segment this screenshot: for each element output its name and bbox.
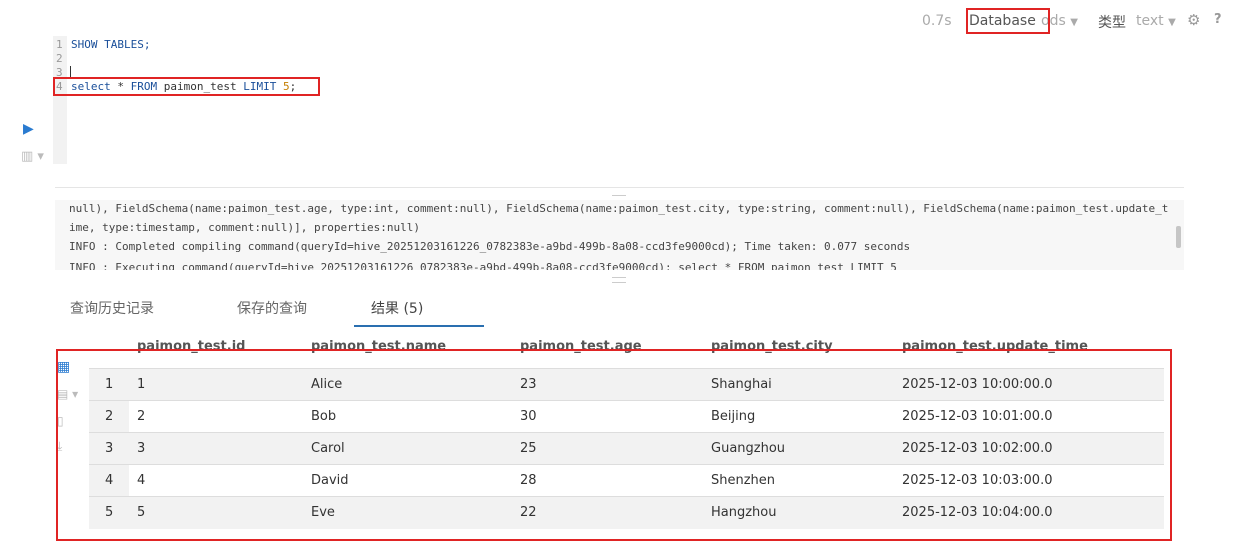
tab-results[interactable]: 结果 (5): [371, 298, 423, 318]
execution-time: 0.7s: [922, 13, 952, 29]
type-label: 类型: [1098, 15, 1126, 31]
log-line: INFO : Executing command(queryId=hive_20…: [69, 261, 897, 270]
map-icon[interactable]: ▥ ▾: [21, 149, 44, 164]
query-highlight-box: [53, 77, 320, 96]
tab-query-history[interactable]: 查询历史记录: [70, 298, 154, 318]
gear-icon[interactable]: ⚙: [1187, 11, 1200, 29]
active-tab-indicator: [354, 325, 484, 327]
type-select[interactable]: text ▼: [1136, 13, 1176, 29]
code-line: SHOW TABLES;: [71, 38, 151, 51]
play-icon[interactable]: ▶: [23, 121, 34, 137]
caret-down-icon: ▼: [1070, 17, 1078, 28]
line-number: 1: [56, 38, 63, 51]
database-highlight-box: [966, 8, 1050, 34]
line-number: 2: [56, 52, 63, 65]
log-scrollbar[interactable]: [1176, 226, 1181, 248]
help-icon[interactable]: ?: [1214, 12, 1222, 27]
query-log: null), FieldSchema(name:paimon_test.age,…: [55, 200, 1184, 270]
caret-down-icon: ▼: [1168, 17, 1176, 28]
editor-divider: [55, 187, 1184, 188]
tab-saved-queries[interactable]: 保存的查询: [237, 298, 307, 318]
resize-handle[interactable]: [612, 277, 626, 283]
log-line: null), FieldSchema(name:paimon_test.age,…: [69, 202, 1169, 215]
log-line: INFO : Completed compiling command(query…: [69, 240, 911, 253]
results-highlight-box: [56, 349, 1172, 541]
log-line: ime, type:timestamp, comment:null)], pro…: [69, 221, 420, 234]
